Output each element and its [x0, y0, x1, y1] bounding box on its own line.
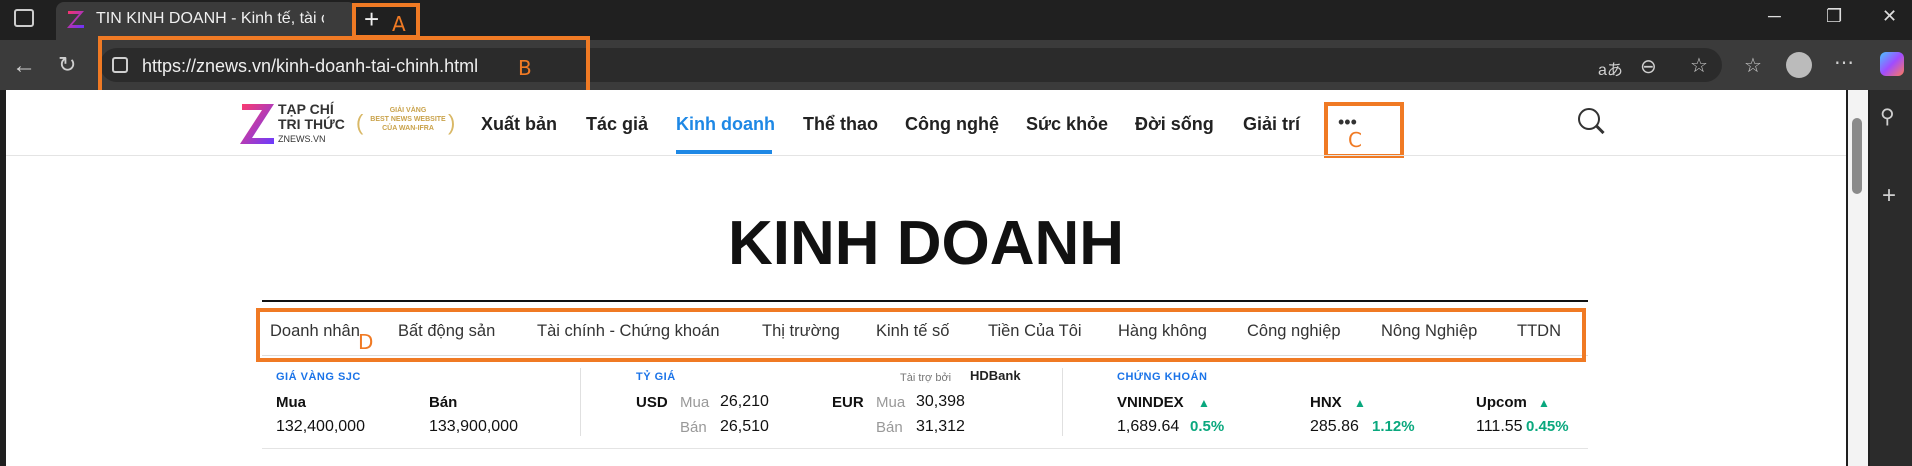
new-tab-button[interactable]: + — [364, 4, 379, 35]
eur-sell-label: Bán — [876, 419, 903, 436]
menu-icon[interactable]: ⋯ — [1834, 50, 1854, 75]
gold-buy-value: 132,400,000 — [276, 418, 365, 435]
gold-buy-label: Mua — [276, 394, 306, 411]
stock-change-vnindex: 0.5% — [1190, 418, 1225, 435]
up-arrow-icon: ▲ — [1538, 396, 1550, 410]
usd-buy-label: Mua — [680, 394, 710, 411]
stock-value-hnx: 285.86 — [1310, 418, 1359, 435]
nav-active-underline — [676, 150, 772, 154]
favorite-star-icon[interactable]: ☆ — [1690, 53, 1708, 78]
up-arrow-icon: ▲ — [1198, 396, 1210, 410]
logo-line-2: TRI THỨC — [278, 116, 345, 132]
tab-title: TIN KINH DOANH - Kinh tế, tài ch — [96, 10, 324, 27]
nav-doi-song[interactable]: Đời sống — [1135, 114, 1214, 135]
znews-logo-icon[interactable] — [240, 102, 276, 146]
award-line-3: CỦA WAN-IFRA — [382, 125, 434, 132]
back-icon[interactable]: ← — [12, 52, 36, 80]
annotation-label-b: B — [518, 56, 532, 80]
laurel-right-icon: ) — [448, 110, 456, 135]
usd-buy: 26,210 — [720, 393, 769, 410]
stock-name-upcom[interactable]: Upcom — [1476, 394, 1527, 411]
stock-value-vnindex: 1,689.64 — [1117, 418, 1180, 435]
up-arrow-icon: ▲ — [1354, 396, 1366, 410]
stock-name-vnindex[interactable]: VNINDEX — [1117, 394, 1184, 411]
stocks-heading: CHỨNG KHOÁN — [1117, 371, 1208, 383]
favorites-icon[interactable]: ☆ — [1744, 53, 1762, 78]
avatar[interactable] — [1786, 52, 1812, 78]
col-divider-1 — [580, 368, 581, 436]
usd-sell-label: Bán — [680, 419, 707, 436]
annotation-box-c — [1324, 102, 1404, 158]
znews-favicon-icon — [66, 9, 86, 29]
stock-name-hnx[interactable]: HNX — [1310, 394, 1342, 411]
copilot-icon[interactable] — [1880, 52, 1904, 76]
nav-suc-khoe[interactable]: Sức khỏe — [1026, 114, 1108, 135]
gold-sell-label: Bán — [429, 394, 458, 411]
header-divider — [6, 155, 1846, 156]
eur-buy-label: Mua — [876, 394, 906, 411]
award-badge: GIẢI VÀNG BEST NEWS WEBSITE CỦA WAN-IFRA — [356, 106, 460, 133]
eur-sell: 31,312 — [916, 418, 965, 435]
annotation-label-d: D — [358, 330, 374, 354]
eur-buy: 30,398 — [916, 393, 965, 410]
nav-giai-tri[interactable]: Giải trí — [1243, 114, 1300, 135]
page-title: KINH DOANH — [727, 209, 1125, 278]
tab-actions-icon[interactable] — [14, 9, 34, 27]
col-divider-2 — [1062, 368, 1063, 436]
logo-line-1: TẠP CHÍ — [278, 101, 334, 117]
stock-change-upcom: 0.45% — [1526, 418, 1569, 435]
page-options-icon[interactable]: ⊖ — [1640, 54, 1657, 79]
gold-sell-value: 133,900,000 — [429, 418, 518, 435]
fx-sponsor-label: Tài trợ bởi — [900, 372, 952, 384]
annotation-box-b — [98, 36, 590, 94]
nav-cong-nghe[interactable]: Công nghệ — [905, 114, 999, 135]
annotation-label-a: A — [392, 12, 406, 36]
gold-heading: GIÁ VÀNG SJC — [276, 371, 361, 383]
fx-heading: TỶ GIÁ — [636, 371, 676, 383]
eur-code: EUR — [832, 394, 864, 411]
laurel-left-icon: ( — [356, 110, 364, 135]
stock-change-hnx: 1.12% — [1372, 418, 1415, 435]
sidebar-search-icon[interactable]: ⚲ — [1880, 104, 1895, 129]
scrollbar-thumb[interactable] — [1852, 118, 1862, 194]
nav-the-thao[interactable]: Thể thao — [803, 114, 878, 135]
refresh-icon[interactable]: ↻ — [58, 52, 76, 78]
nav-kinh-doanh[interactable]: Kinh doanh — [676, 114, 775, 135]
market-divider — [262, 448, 1588, 449]
read-aloud-icon[interactable]: aあ — [1598, 56, 1623, 80]
hdbank-logo[interactable]: HDBank — [970, 368, 1021, 383]
award-line-1: GIẢI VÀNG — [389, 107, 427, 114]
minimize-icon[interactable]: ─ — [1768, 6, 1781, 27]
title-rule — [262, 300, 1588, 302]
annotation-box-d — [256, 308, 1586, 362]
nav-tac-gia[interactable]: Tác giả — [586, 114, 648, 135]
nav-xuat-ban[interactable]: Xuất bản — [481, 114, 557, 135]
logo-line-3: ZNEWS.VN — [278, 134, 326, 144]
stock-value-upcom: 111.55 — [1476, 418, 1523, 435]
annotation-box-a — [352, 3, 420, 39]
usd-sell: 26,510 — [720, 418, 769, 435]
sidebar-add-icon[interactable]: + — [1882, 182, 1896, 210]
usd-code: USD — [636, 394, 668, 411]
restore-icon[interactable]: ❐ — [1826, 6, 1842, 27]
logo-text: TẠP CHÍ TRI THỨC ZNEWS.VN — [278, 102, 345, 147]
browser-sidebar — [1870, 90, 1912, 466]
close-icon[interactable]: ✕ — [1882, 6, 1897, 27]
annotation-label-c: C — [1348, 128, 1362, 152]
award-line-2: BEST NEWS WEBSITE — [370, 116, 446, 123]
